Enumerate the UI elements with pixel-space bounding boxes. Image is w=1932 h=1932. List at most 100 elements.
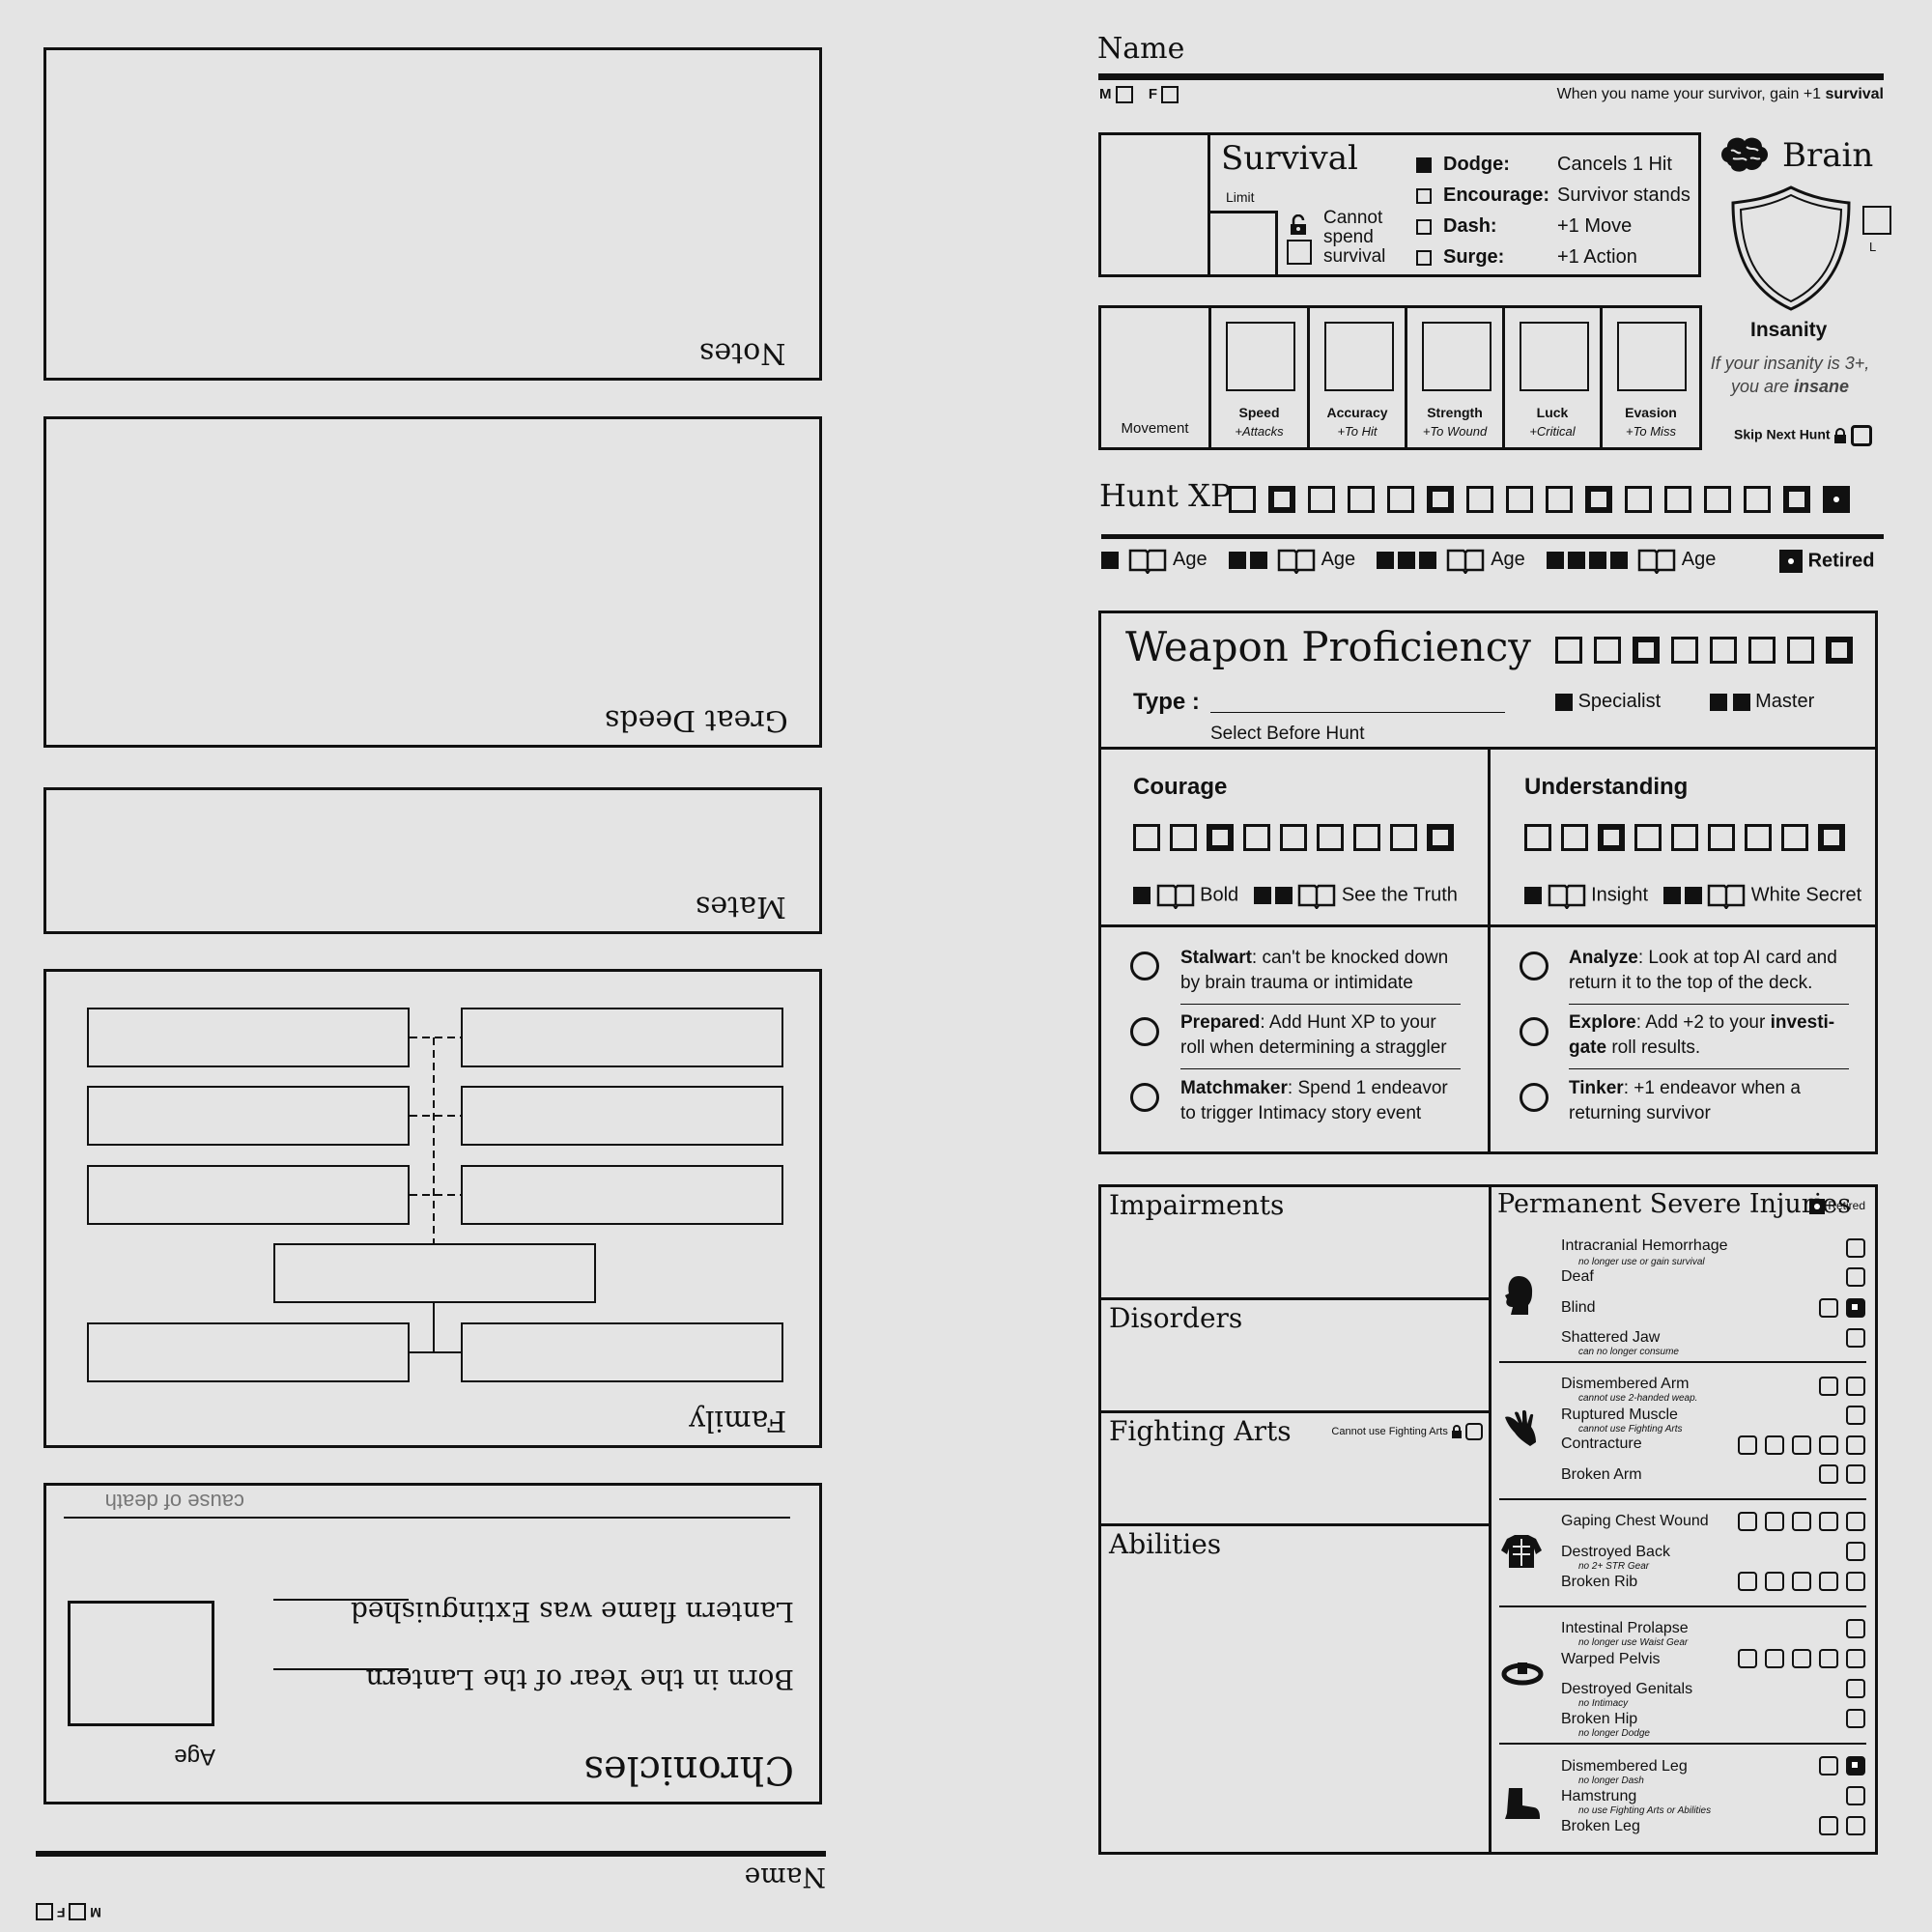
injury-checkbox-retired[interactable] [1846,1755,1865,1776]
matchmaker-radio[interactable] [1130,1083,1159,1112]
retired-checkbox[interactable] [1779,550,1803,573]
understanding-checkbox[interactable] [1598,824,1625,851]
understanding-checkbox[interactable] [1818,824,1845,851]
injury-checkbox[interactable] [1819,1297,1838,1318]
hunt-xp-checkbox[interactable] [1664,486,1691,513]
weapon-proficiency-checkbox[interactable] [1826,637,1853,664]
mates-box[interactable]: Mates [43,787,822,934]
stat-speed-box[interactable] [1226,322,1295,391]
hunt-xp-checkbox[interactable] [1387,486,1414,513]
weapon-proficiency-checkbox[interactable] [1594,637,1621,664]
courage-checkbox[interactable] [1243,824,1270,851]
injury-checkbox[interactable] [1819,1376,1838,1396]
injury-checkbox[interactable] [1846,1541,1865,1561]
hunt-xp-checkbox[interactable] [1546,486,1573,513]
stat-strength[interactable]: Strength +To Wound [1407,308,1505,447]
injury-checkbox[interactable] [1738,1435,1757,1455]
injury-checkbox[interactable] [1846,1463,1865,1484]
injury-checkbox[interactable] [1819,1815,1838,1835]
injury-checkbox[interactable] [1846,1376,1865,1396]
injury-checkbox[interactable] [1819,1463,1838,1484]
stat-luck[interactable]: Luck +Critical [1505,308,1603,447]
injury-checkbox[interactable] [1792,1648,1811,1668]
great-deeds-box[interactable]: Great Deeds [43,416,822,748]
hunt-xp-checkbox[interactable] [1823,486,1850,513]
stat-evasion[interactable]: Evasion +To Miss [1603,308,1699,447]
courage-checkbox[interactable] [1353,824,1380,851]
weapon-type-line[interactable] [1210,712,1505,713]
hunt-xp-checkbox[interactable] [1308,486,1335,513]
fighting-arts-area[interactable]: Fighting Arts Cannot use Fighting Arts [1101,1413,1489,1526]
surge-checkbox[interactable] [1416,249,1432,266]
stat-luck-box[interactable] [1520,322,1589,391]
disorders-area[interactable]: Disorders [1101,1300,1489,1413]
f-checkbox[interactable] [1161,86,1179,104]
born-year-line[interactable] [273,1668,409,1670]
understanding-checkbox[interactable] [1781,824,1808,851]
courage-checkbox[interactable] [1427,824,1454,851]
survival-action-encourage[interactable]: Encourage: Survivor stands [1416,180,1690,211]
injury-checkbox[interactable] [1846,1815,1865,1835]
extinguished-year-line[interactable] [273,1599,409,1601]
survival-action-dash[interactable]: Dash: +1 Move [1416,211,1690,242]
injury-checkbox[interactable] [1819,1511,1838,1531]
understanding-checkbox[interactable] [1561,824,1588,851]
injury-checkbox[interactable] [1846,1327,1865,1348]
injury-checkbox[interactable] [1846,1678,1865,1698]
abilities-area[interactable]: Abilities [1101,1526,1489,1852]
injury-checkbox[interactable] [1846,1618,1865,1638]
injury-checkbox[interactable] [1846,1237,1865,1258]
injury-checkbox[interactable] [1819,1435,1838,1455]
hunt-xp-checkbox[interactable] [1506,486,1533,513]
impairments-area[interactable]: Impairments [1101,1187,1489,1300]
weapon-proficiency-checkbox[interactable] [1787,637,1814,664]
injury-checkbox[interactable] [1846,1708,1865,1728]
injury-checkbox[interactable] [1819,1648,1838,1668]
courage-checkbox[interactable] [1390,824,1417,851]
hunt-xp-checkbox[interactable] [1625,486,1652,513]
name-line[interactable] [1098,73,1884,80]
hunt-xp-checkbox[interactable] [1783,486,1810,513]
age-box[interactable] [68,1601,214,1726]
injury-checkbox[interactable] [1765,1435,1784,1455]
courage-checkbox[interactable] [1170,824,1197,851]
hunt-xp-checkbox[interactable] [1744,486,1771,513]
hunt-xp-checkbox[interactable] [1427,486,1454,513]
injury-checkbox[interactable] [1765,1571,1784,1591]
weapon-proficiency-checkbox[interactable] [1555,637,1582,664]
left-f-checkbox[interactable] [36,1902,53,1920]
weapon-proficiency-checkbox[interactable] [1710,637,1737,664]
prepared-radio[interactable] [1130,1017,1159,1046]
hunt-xp-checkbox[interactable] [1268,486,1295,513]
understanding-checkbox[interactable] [1671,824,1698,851]
understanding-checkbox[interactable] [1524,824,1551,851]
injury-checkbox[interactable] [1846,1405,1865,1425]
injury-checkbox[interactable] [1846,1266,1865,1287]
injury-checkbox[interactable] [1765,1648,1784,1668]
cannot-spend-survival-checkbox[interactable] [1287,240,1312,265]
tinker-radio[interactable] [1520,1083,1548,1112]
survival-action-dodge[interactable]: Dodge: Cancels 1 Hit [1416,149,1690,180]
injury-checkbox[interactable] [1819,1571,1838,1591]
cannot-use-fa-checkbox[interactable] [1465,1423,1483,1440]
courage-checkbox[interactable] [1133,824,1160,851]
stat-movement[interactable]: Movement [1101,308,1211,447]
stalwart-radio[interactable] [1130,952,1159,980]
injuries-retired-checkbox[interactable] [1808,1199,1825,1214]
injury-checkbox[interactable] [1738,1648,1757,1668]
injury-checkbox[interactable] [1846,1511,1865,1531]
injury-checkbox[interactable] [1792,1511,1811,1531]
injury-checkbox[interactable] [1819,1755,1838,1776]
injury-checkbox[interactable] [1846,1435,1865,1455]
weapon-proficiency-checkbox[interactable] [1671,637,1698,664]
survival-limit-box[interactable] [1210,211,1278,274]
skip-next-hunt[interactable]: Skip Next Hunt [1734,425,1873,446]
injury-checkbox[interactable] [1765,1511,1784,1531]
injury-checkbox[interactable] [1792,1571,1811,1591]
left-name-line[interactable] [36,1851,826,1857]
hunt-xp-checkbox[interactable] [1466,486,1493,513]
survival-value-box[interactable] [1101,135,1210,274]
injury-checkbox[interactable] [1738,1511,1757,1531]
understanding-checkbox[interactable] [1634,824,1662,851]
skip-hunt-checkbox[interactable] [1851,425,1873,446]
